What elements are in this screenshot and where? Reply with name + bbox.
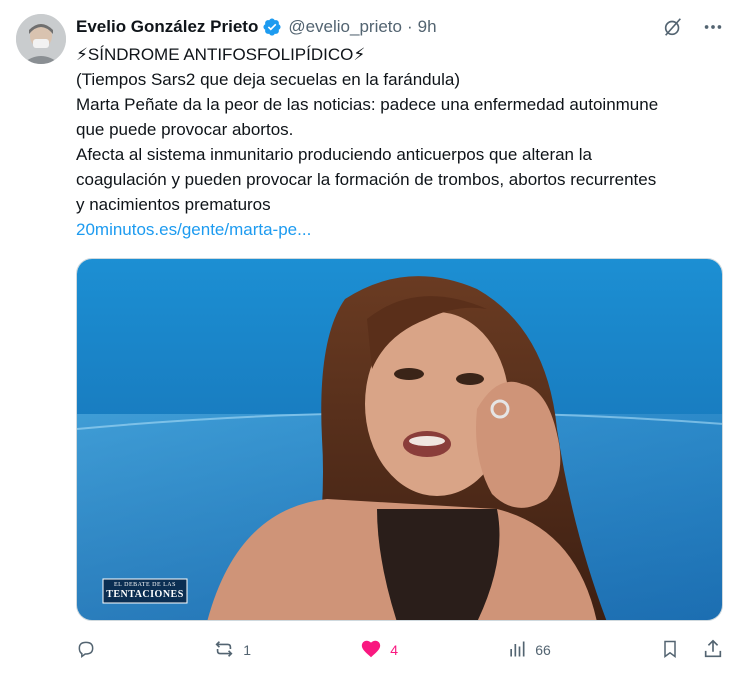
more-icon[interactable] bbox=[702, 16, 724, 38]
media-logo-big: TENTACIONES bbox=[106, 589, 184, 600]
tweet-text-line: y nacimientos prematuros bbox=[76, 195, 271, 214]
bookmark-icon[interactable] bbox=[660, 638, 680, 663]
header-actions bbox=[662, 16, 724, 38]
tweet-text-line: Afecta al sistema inmunitario produciend… bbox=[76, 145, 592, 164]
repost-count: 1 bbox=[243, 642, 251, 658]
reply-button[interactable] bbox=[76, 639, 104, 662]
heart-filled-icon bbox=[360, 638, 382, 663]
author-handle[interactable]: @evelio_prieto bbox=[288, 17, 402, 37]
media-logo-small: EL DEBATE DE LAS bbox=[114, 582, 176, 588]
repost-button[interactable]: 1 bbox=[213, 638, 251, 663]
tweet-text-line: ⚡SÍNDROME ANTIFOSFOLIPÍDICO⚡ bbox=[76, 45, 366, 64]
tweet-text: ⚡SÍNDROME ANTIFOSFOLIPÍDICO⚡ (Tiempos Sa… bbox=[76, 42, 724, 242]
repost-icon bbox=[213, 638, 235, 663]
like-count: 4 bbox=[390, 642, 398, 658]
reply-icon bbox=[76, 639, 96, 662]
tweet-text-line: coagulación y pueden provocar la formaci… bbox=[76, 170, 657, 189]
secondary-actions bbox=[660, 638, 724, 663]
tweet-media[interactable]: EL DEBATE DE LAS TENTACIONES bbox=[76, 258, 723, 621]
article-link[interactable]: 20minutos.es/gente/marta-pe... bbox=[76, 217, 724, 242]
verified-badge-icon bbox=[262, 17, 282, 37]
avatar[interactable] bbox=[16, 14, 66, 64]
share-icon[interactable] bbox=[702, 638, 724, 663]
media-logo: EL DEBATE DE LAS TENTACIONES bbox=[103, 579, 187, 603]
timestamp[interactable]: 9h bbox=[418, 17, 437, 37]
author-name[interactable]: Evelio González Prieto bbox=[76, 17, 258, 37]
tweet-text-line: (Tiempos Sars2 que deja secuelas en la f… bbox=[76, 70, 460, 89]
tweet-text-line: que puede provocar abortos. bbox=[76, 120, 294, 139]
views-count: 66 bbox=[535, 642, 551, 658]
views-button[interactable]: 66 bbox=[507, 639, 551, 662]
avatar-image bbox=[16, 14, 66, 64]
tweet-text-line: Marta Peñate da la peor de las noticias:… bbox=[76, 95, 659, 114]
grok-icon[interactable] bbox=[662, 16, 684, 38]
tweet-header: Evelio González Prieto @evelio_prieto · … bbox=[76, 14, 724, 40]
separator-dot: · bbox=[406, 17, 413, 36]
tweet[interactable]: Evelio González Prieto @evelio_prieto · … bbox=[0, 0, 740, 678]
media-image bbox=[77, 259, 722, 620]
like-button[interactable]: 4 bbox=[360, 638, 398, 663]
views-bar-chart-icon bbox=[507, 639, 527, 662]
action-bar: 1 4 66 bbox=[76, 636, 724, 664]
